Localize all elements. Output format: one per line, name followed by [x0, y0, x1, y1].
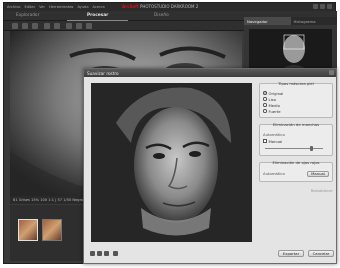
radio-icon — [263, 97, 267, 101]
print-icon[interactable] — [32, 23, 38, 29]
open-icon[interactable] — [12, 23, 18, 29]
undo-icon[interactable] — [76, 23, 82, 29]
radio-label: Original — [268, 90, 284, 96]
menu-bar: Archivo Editar Ver Herramientas Ayuda Ac… — [7, 5, 105, 9]
reset-link[interactable]: Restablecer — [259, 188, 333, 193]
radio-label: Liso — [268, 96, 276, 102]
minimize-icon[interactable] — [313, 4, 318, 9]
group-title: Eliminación de manchas — [272, 122, 320, 127]
settings-panel: Tipos máscara piel Original Liso Medio F… — [259, 81, 333, 193]
group-title: Tipos máscara piel — [278, 81, 314, 86]
dialog-title-text: Suavizar rostro — [87, 70, 119, 76]
save-icon[interactable] — [22, 23, 28, 29]
radio-icon — [263, 103, 267, 107]
tab-diseno[interactable]: Diseño — [154, 13, 169, 18]
radio-icon — [263, 109, 267, 113]
maximize-icon[interactable] — [320, 4, 325, 9]
menu-archivo[interactable]: Archivo — [7, 5, 20, 9]
crop-icon[interactable] — [66, 23, 72, 29]
thumbnail[interactable] — [42, 219, 62, 241]
tab-histograma[interactable]: Histograma — [291, 17, 338, 25]
app-title: ArcSoft PHOTOSTUDIO DARKROOM 2 — [122, 4, 198, 9]
right-tabs: Navegador Histograma — [244, 17, 337, 25]
skin-type-group: Tipos máscara piel Original Liso Medio F… — [259, 81, 333, 118]
tab-navegador[interactable]: Navegador — [244, 17, 291, 25]
tab-explorador[interactable]: Explorador — [16, 13, 39, 18]
app-title-text: PHOTOSTUDIO DARKROOM 2 — [140, 4, 199, 9]
rotate-right-icon[interactable] — [54, 23, 60, 29]
checkbox-icon — [263, 139, 267, 143]
thumbnail[interactable] — [18, 219, 38, 241]
portrait-preview[interactable] — [91, 83, 252, 242]
dialog-bottom-bar: Exportar Cancelar — [86, 247, 334, 263]
slider-knob[interactable] — [309, 145, 313, 151]
group-title: Eliminación de ojos rojos — [272, 160, 320, 165]
menu-ver[interactable]: Ver — [39, 5, 45, 9]
brand-logo: ArcSoft — [122, 4, 139, 9]
zoom-in-icon[interactable] — [90, 251, 95, 256]
export-button[interactable]: Exportar — [278, 250, 304, 257]
fit-icon[interactable] — [104, 251, 109, 256]
compare-icon[interactable] — [113, 251, 118, 256]
slider-track — [265, 147, 323, 149]
navigator-preview[interactable] — [249, 29, 332, 71]
soften-face-dialog: Suavizar rostro Tipos máscara piel Origi… — [83, 68, 337, 264]
tab-procesar[interactable]: Procesar — [66, 13, 129, 21]
radio-fuerte[interactable]: Fuerte — [263, 108, 329, 114]
navigator-image — [249, 29, 332, 71]
redo-icon[interactable] — [86, 23, 92, 29]
dialog-title: Suavizar rostro — [84, 69, 336, 77]
portrait-image — [91, 83, 252, 242]
menu-acerca[interactable]: Acerca — [93, 5, 105, 9]
spot-removal-group: Eliminación de manchas Automático Manual — [259, 122, 333, 156]
zoom-out-icon[interactable] — [97, 251, 102, 256]
spot-level-slider[interactable] — [263, 145, 329, 151]
rotate-left-icon[interactable] — [44, 23, 50, 29]
cancel-button[interactable]: Cancelar — [308, 250, 334, 257]
title-bar: Archivo Editar Ver Herramientas Ayuda Ac… — [4, 3, 335, 11]
radio-label: Medio — [268, 102, 280, 108]
radio-checked-icon — [263, 91, 267, 95]
close-icon[interactable] — [327, 4, 332, 9]
radio-label: Fuerte — [268, 108, 281, 114]
red-eye-group: Eliminación de ojos rojos Automático Man… — [259, 160, 333, 182]
close-icon[interactable] — [329, 70, 334, 75]
menu-editar[interactable]: Editar — [24, 5, 35, 9]
manual-checkbox[interactable]: Manual — [263, 138, 329, 144]
window-controls — [313, 4, 332, 9]
menu-ayuda[interactable]: Ayuda — [77, 5, 88, 9]
auto-label: Automático — [263, 171, 285, 176]
manual-button[interactable]: Manual — [307, 171, 329, 177]
checkbox-label: Manual — [268, 138, 283, 144]
menu-herramientas[interactable]: Herramientas — [49, 5, 73, 9]
